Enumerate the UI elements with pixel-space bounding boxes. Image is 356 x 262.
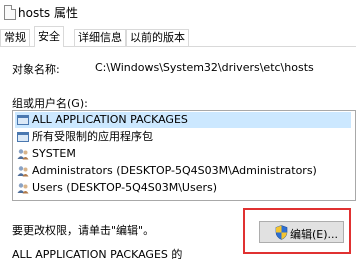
edit-button[interactable]: 编辑(E)... [259,221,344,243]
uac-shield-icon [275,225,288,240]
permissions-for-label: ALL APPLICATION PACKAGES 的 [12,248,183,261]
list-item[interactable]: Users (DESKTOP-5Q4S03M\Users) [15,180,351,196]
tab-security[interactable]: 安全 [34,26,64,47]
list-item[interactable]: Administrators (DESKTOP-5Q4S03M\Administ… [15,163,351,179]
users-icon [17,166,29,177]
users-icon [17,149,29,160]
title-bar: hosts 属性 [0,0,356,26]
list-item-label: Administrators (DESKTOP-5Q4S03M\Administ… [32,164,317,177]
edit-button-label: 编辑(E)... [290,228,339,241]
object-name-label: 对象名称: [12,63,60,76]
window-title: hosts 属性 [18,6,78,20]
users-icon [17,183,29,194]
object-name-value: C:\Windows\System32\drivers\etc\hosts [95,61,314,74]
list-item[interactable]: SYSTEM [15,146,351,162]
list-item-label: ALL APPLICATION PACKAGES [32,113,188,126]
app-package-icon [17,115,29,125]
tab-strip: 常规 安全 详细信息 以前的版本 [0,26,356,47]
change-permissions-prompt: 要更改权限，请单击"编辑"。 [12,224,155,237]
list-item[interactable]: ALL APPLICATION PACKAGES [15,112,351,128]
tab-details[interactable]: 详细信息 [74,29,126,46]
app-package-icon [17,132,29,142]
list-item[interactable]: 所有受限制的应用程序包 [15,129,351,145]
tab-previous-versions[interactable]: 以前的版本 [126,29,189,46]
list-item-label: Users (DESKTOP-5Q4S03M\Users) [32,181,218,194]
list-item-label: SYSTEM [32,147,76,160]
tab-general[interactable]: 常规 [0,29,30,46]
groups-label: 组或用户名(G): [12,97,88,110]
groups-listbox[interactable]: ALL APPLICATION PACKAGES 所有受限制的应用程序包 SYS… [12,110,356,201]
list-item-label: 所有受限制的应用程序包 [32,130,153,143]
file-icon [4,5,16,20]
